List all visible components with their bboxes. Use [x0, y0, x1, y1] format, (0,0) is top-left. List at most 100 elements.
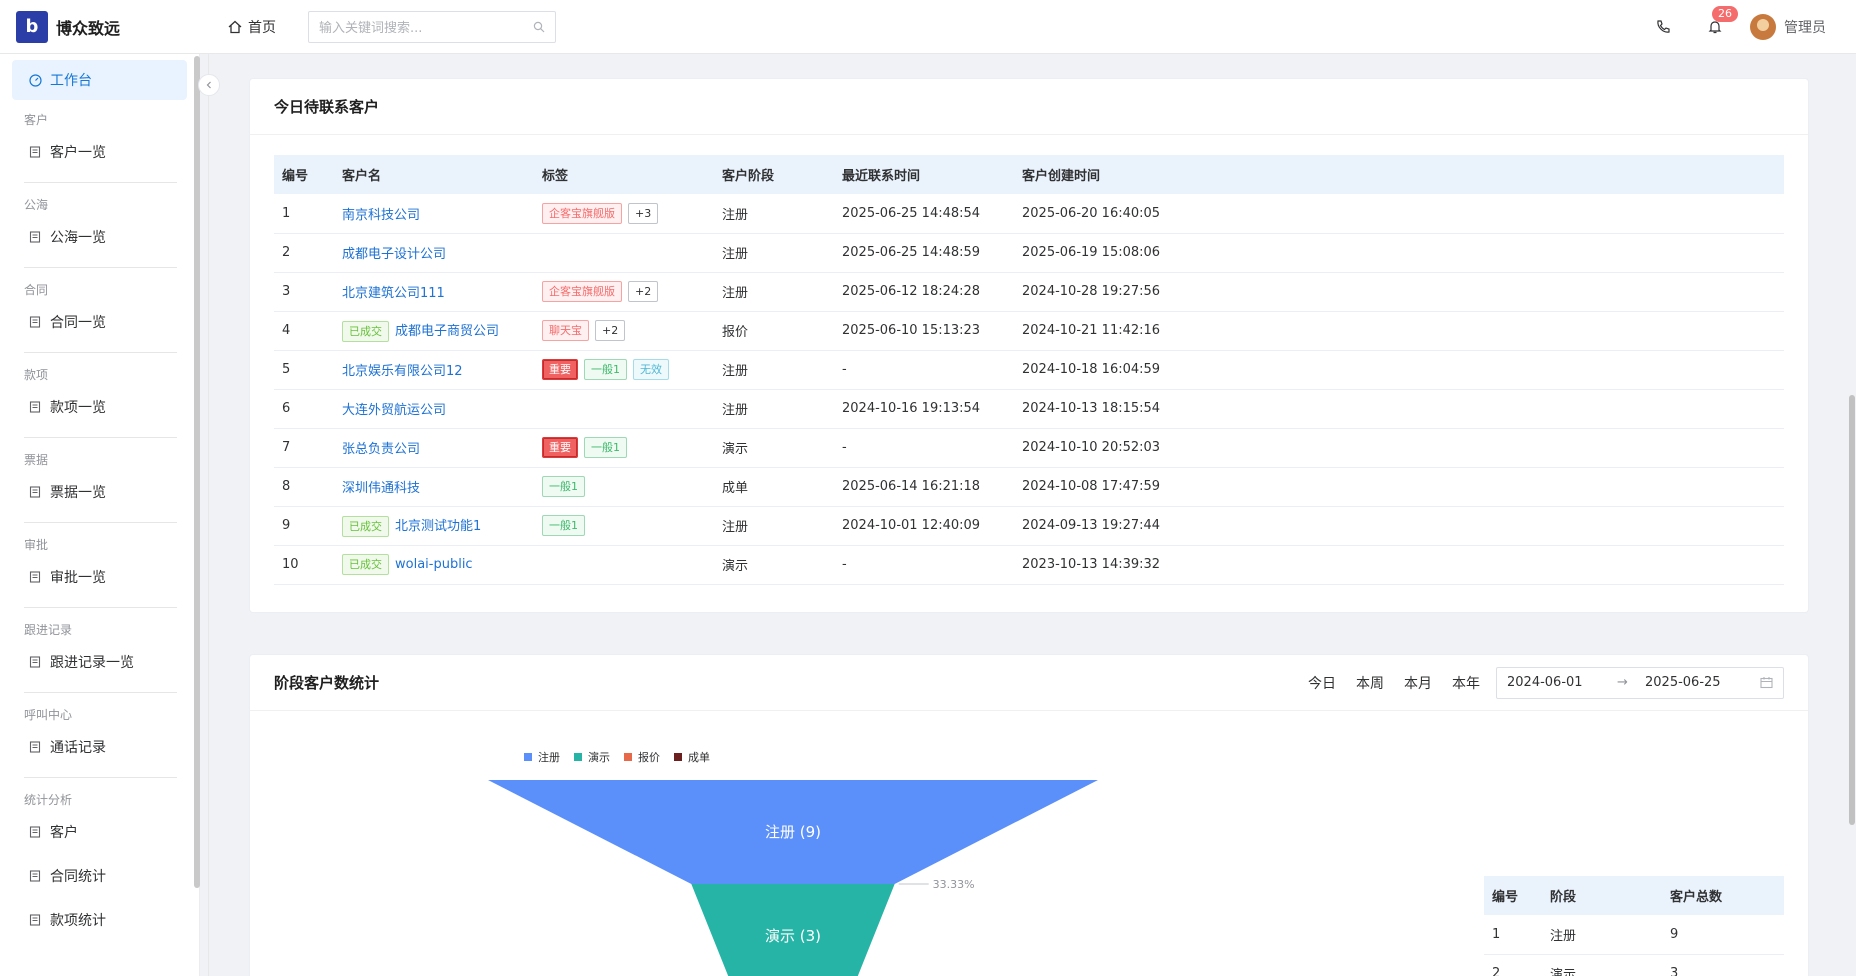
- cell-stage: 报价: [714, 311, 834, 351]
- more-tags-button[interactable]: +3: [628, 202, 659, 224]
- page-scrollbar[interactable]: [1849, 395, 1855, 825]
- sidebar-item-label: 票据一览: [50, 485, 106, 501]
- sidebar-item[interactable]: 跟进记录一览: [12, 640, 177, 684]
- avatar[interactable]: [1750, 14, 1776, 40]
- table-row[interactable]: 3 北京建筑公司111 企客宝旗舰版 +2 注册 2025-06-12 18:24:28 2…: [274, 272, 1784, 312]
- cell-id: 10: [274, 545, 334, 585]
- table-row[interactable]: 6 大连外贸航运公司 注册 2024-10-16 19:13:54 2024-10-13…: [274, 389, 1784, 429]
- label-tag: 无效: [633, 359, 669, 380]
- col-stage: 客户阶段: [714, 155, 834, 194]
- cell-created: 2024-10-08 17:47:59: [1014, 467, 1784, 507]
- sidebar-item[interactable]: 审批一览: [12, 555, 177, 599]
- nav-group-title: 公海: [24, 198, 49, 212]
- nav-divider: [24, 352, 177, 353]
- filter-year[interactable]: 本年: [1452, 673, 1480, 693]
- customer-link[interactable]: 北京测试功能1: [395, 519, 481, 534]
- search-icon: [533, 21, 545, 32]
- search-input[interactable]: 输入关键词搜索...: [308, 10, 556, 43]
- table-row[interactable]: 10 已成交 wolai-public 演示 -2023-10-13 14:39:32: [274, 545, 1784, 585]
- nav-group: 票据 票据一览: [12, 450, 177, 523]
- approval-icon: [28, 570, 42, 584]
- cell-name: 成都电子设计公司: [334, 233, 534, 273]
- customer-link[interactable]: 北京娱乐有限公司12: [342, 364, 463, 379]
- stage-table: 编号 阶段 客户总数 1 注册 9 2 演示 3: [1484, 876, 1784, 976]
- notification-badge: 26: [1712, 6, 1738, 22]
- sidebar-item[interactable]: 客户一览: [12, 130, 177, 174]
- customer-link[interactable]: 成都电子商贸公司: [395, 324, 499, 339]
- stage-cell-total: 3: [1662, 954, 1784, 976]
- sidebar-item[interactable]: 通话记录: [12, 725, 177, 769]
- sidebar-item-label: 审批一览: [50, 570, 106, 586]
- logo-text: 博众致远: [56, 18, 121, 38]
- sidebar-item[interactable]: 票据一览: [12, 470, 177, 514]
- stage-cell-stage: 演示: [1542, 954, 1662, 976]
- table-row[interactable]: 5 北京娱乐有限公司12 重要 一般1 无效 注册 -2024-10-18 16:04:59: [274, 350, 1784, 390]
- nav-group: 客户 客户一览: [12, 110, 177, 183]
- table-row[interactable]: 4 已成交 成都电子商贸公司 聊天宝 +2 报价 2025-06-10 15:13:23 20…: [274, 311, 1784, 351]
- stage-table-header: 编号 阶段 客户总数: [1484, 876, 1784, 915]
- customer-link[interactable]: 南京科技公司: [342, 208, 420, 223]
- cell-id: 5: [274, 350, 334, 390]
- cell-last-contact: 2025-06-25 14:48:54: [834, 194, 1014, 234]
- customer-link[interactable]: wolai-public: [395, 557, 473, 572]
- cell-id: 6: [274, 389, 334, 429]
- customer-link[interactable]: 大连外贸航运公司: [342, 403, 446, 418]
- sidebar-item-workbench[interactable]: 工作台: [12, 60, 187, 100]
- nav-group-title: 合同: [24, 283, 49, 297]
- sidebar-item[interactable]: 款项一览: [12, 385, 177, 429]
- collapse-sidebar-button[interactable]: [198, 74, 220, 96]
- more-tags-button[interactable]: +2: [628, 281, 659, 302]
- label-tag: 一般1: [542, 476, 585, 497]
- logo[interactable]: b 博众致远: [0, 10, 220, 43]
- phone-icon[interactable]: [1652, 16, 1674, 38]
- sidebar-scrollbar[interactable]: [194, 56, 200, 888]
- customer-link[interactable]: 深圳伟通科技: [342, 481, 420, 496]
- table-row[interactable]: 9 已成交 北京测试功能1 一般1 注册 2024-10-01 12:40:09 2024-…: [274, 506, 1784, 546]
- sidebar-item[interactable]: 公海一览: [12, 215, 177, 259]
- sidebar-item[interactable]: 款项统计: [12, 898, 177, 942]
- cell-last-contact: -: [834, 350, 1014, 390]
- col-created: 客户创建时间: [1014, 155, 1784, 194]
- cell-name: 已成交 北京测试功能1: [334, 506, 534, 546]
- customer-link[interactable]: 北京建筑公司111: [342, 286, 445, 301]
- stage-cell-id: 2: [1484, 954, 1542, 976]
- more-tags-button[interactable]: +2: [595, 320, 626, 341]
- date-range-picker[interactable]: 2024-06-01 → 2025-06-25: [1496, 666, 1784, 699]
- sidebar-item-label: 工作台: [50, 73, 92, 89]
- cell-stage: 注册: [714, 389, 834, 429]
- customer-link[interactable]: 张总负责公司: [342, 442, 420, 457]
- cell-name: 张总负责公司: [334, 428, 534, 468]
- cell-stage: 注册: [714, 506, 834, 546]
- filter-week[interactable]: 本周: [1356, 673, 1384, 693]
- cell-stage: 注册: [714, 194, 834, 234]
- customer-link[interactable]: 成都电子设计公司: [342, 247, 446, 262]
- label-tag: 一般1: [542, 515, 585, 536]
- filter-today[interactable]: 今日: [1308, 673, 1336, 693]
- stage-col-id: 编号: [1484, 876, 1542, 915]
- cell-stage: 注册: [714, 272, 834, 312]
- sidebar-item[interactable]: 合同一览: [12, 300, 177, 344]
- table-row[interactable]: 7 张总负责公司 重要 一般1 演示 -2024-10-10 20:52:03: [274, 428, 1784, 468]
- cell-created: 2023-10-13 14:39:32: [1014, 545, 1784, 585]
- bell-icon[interactable]: 26: [1704, 6, 1738, 38]
- stage-cell-total: 9: [1662, 915, 1784, 955]
- table-row[interactable]: 1 南京科技公司 企客宝旗舰版 +3 注册 2025-06-25 14:48:54 2025…: [274, 194, 1784, 234]
- funnel-segment-label: 演示 (3): [765, 927, 821, 945]
- home-label: 首页: [248, 19, 276, 36]
- record-icon: [28, 655, 42, 669]
- user-name[interactable]: 管理员: [1784, 17, 1826, 37]
- cell-created: 2024-10-21 11:42:16: [1014, 311, 1784, 351]
- contacts-card: 今日待联系客户 编号 客户名 标签 客户阶段 最近联系时间 客户创建时间 1 南京…: [249, 78, 1809, 613]
- table-row[interactable]: 8 深圳伟通科技 一般1 成单 2025-06-14 16:21:18 2024-10-0…: [274, 467, 1784, 507]
- cell-tags: 重要 一般1: [534, 428, 714, 468]
- table-row[interactable]: 2 成都电子设计公司 注册 2025-06-25 14:48:59 2025-06-19…: [274, 233, 1784, 273]
- sidebar-item[interactable]: 合同统计: [12, 854, 177, 898]
- nav-group-title: 统计分析: [24, 793, 73, 807]
- home-link[interactable]: 首页: [228, 17, 276, 37]
- nav-group: 款项 款项一览: [12, 365, 177, 438]
- date-end[interactable]: 2025-06-25: [1645, 675, 1755, 690]
- stage-table-wrap: 编号 阶段 客户总数 1 注册 9 2 演示 3: [1484, 876, 1784, 976]
- sidebar-item[interactable]: 客户: [12, 810, 177, 854]
- filter-month[interactable]: 本月: [1404, 673, 1432, 693]
- date-start[interactable]: 2024-06-01: [1507, 675, 1617, 690]
